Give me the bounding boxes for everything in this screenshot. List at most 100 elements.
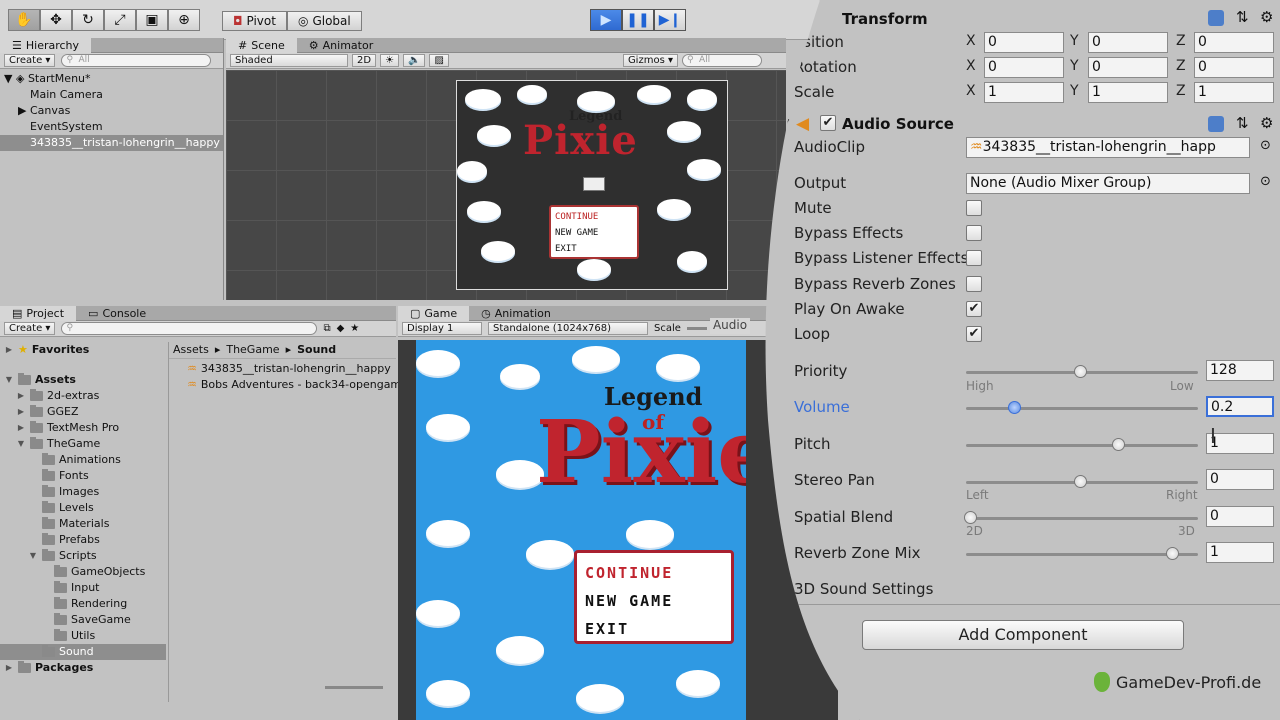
transform-header[interactable]: Transform (842, 10, 928, 28)
volume-slider-track[interactable] (966, 407, 1198, 410)
rect-tool-icon[interactable]: ▣ (136, 9, 168, 31)
pivot-toggle[interactable]: ◘ Pivot (222, 11, 287, 31)
tab-audio-mixer[interactable]: Audio (710, 318, 750, 334)
gear-icon[interactable]: ⚙ (1260, 114, 1273, 132)
volume-field[interactable]: 0.2 (1206, 396, 1274, 417)
effects-toggle-icon[interactable]: ▨ (429, 54, 449, 67)
hierarchy-search-input[interactable]: ⚲ All (61, 54, 212, 67)
hierarchy-item-audio[interactable]: 343835__tristan-lohengrin__happy (0, 135, 223, 151)
breadcrumb-sound[interactable]: Sound (297, 342, 336, 358)
menu-new-game-button[interactable]: NEW GAME (585, 587, 723, 615)
audio-source-header[interactable]: Audio Source (842, 115, 954, 133)
stereo-pan-field[interactable]: 0 (1206, 469, 1274, 490)
bypass-effects-checkbox[interactable] (966, 225, 982, 241)
tree-folder-animations[interactable]: Animations (0, 452, 166, 468)
tree-folder-utils[interactable]: Utils (0, 628, 166, 644)
tree-folder-2d-extras[interactable]: ▶ 2d-extras (0, 388, 166, 404)
file-item[interactable]: ♒ Bobs Adventures - back34-opengam (187, 377, 401, 393)
tree-folder-prefabs[interactable]: Prefabs (0, 532, 166, 548)
tree-folder-thegame[interactable]: ▼ TheGame (0, 436, 166, 452)
menu-continue-button[interactable]: CONTINUE (585, 559, 723, 587)
spatial-blend-slider-track[interactable] (966, 517, 1198, 520)
tree-folder-rendering[interactable]: Rendering (0, 596, 166, 612)
scale-slider[interactable] (686, 327, 707, 330)
rotation-x-field[interactable]: 0 (984, 57, 1064, 78)
play-on-awake-checkbox[interactable]: ✔ (966, 301, 982, 317)
mode-2d-toggle[interactable]: 2D (352, 54, 377, 67)
hand-tool-icon[interactable]: ✋ (8, 9, 40, 31)
scale-tool-icon[interactable]: ⤢ (104, 9, 136, 31)
loop-checkbox[interactable]: ✔ (966, 326, 982, 342)
spatial-blend-field[interactable]: 0 (1206, 506, 1274, 527)
hierarchy-scene-row[interactable]: ▼ ◈ StartMenu* (0, 71, 223, 87)
stereo-pan-slider-thumb[interactable] (1074, 475, 1087, 488)
favorite-star-icon[interactable]: ★ (350, 323, 359, 334)
tab-game[interactable]: ▢ Game (398, 306, 470, 321)
tree-folder-ggez[interactable]: ▶ GGEZ (0, 404, 166, 420)
tree-folder-images[interactable]: Images (0, 484, 166, 500)
scene-search-input[interactable]: ⚲ All (681, 54, 762, 67)
priority-field[interactable]: 128 (1206, 360, 1274, 381)
rotate-tool-icon[interactable]: ↻ (72, 9, 104, 31)
priority-slider-thumb[interactable] (1074, 365, 1087, 378)
tab-console[interactable]: ▭ Console (76, 306, 158, 321)
audio-toggle-icon[interactable]: 🔈 (403, 54, 426, 67)
tree-favorites[interactable]: ▶ ★ Favorites (0, 342, 166, 358)
tree-packages[interactable]: ▶ Packages (0, 660, 166, 676)
tree-assets[interactable]: ▼ Assets (0, 372, 166, 388)
tree-folder-scripts[interactable]: ▼ Scripts (0, 548, 166, 564)
tree-folder-materials[interactable]: Materials (0, 516, 166, 532)
rotation-z-field[interactable]: 0 (1194, 57, 1274, 78)
scale-z-field[interactable]: 1 (1194, 82, 1274, 103)
gizmos-dropdown[interactable]: Gizmos ▾ (622, 54, 678, 67)
file-item[interactable]: ♒ 343835__tristan-lohengrin__happy (187, 361, 396, 377)
menu-exit-button[interactable]: EXIT (585, 615, 723, 643)
preset-icon[interactable]: ⇅ (1236, 8, 1249, 26)
filter-by-label-icon[interactable]: ◆ (337, 323, 345, 334)
transform-tool-icon[interactable]: ⊕ (168, 9, 200, 31)
tree-folder-levels[interactable]: Levels (0, 500, 166, 516)
tree-folder-sound[interactable]: Sound (0, 644, 166, 660)
step-button[interactable]: ▶❙ (654, 9, 686, 31)
audioclip-field[interactable]: ♒343835__tristan-lohengrin__happ (966, 137, 1250, 158)
tab-project[interactable]: ▤ Project (0, 306, 77, 321)
tree-folder-savegame[interactable]: SaveGame (0, 612, 166, 628)
global-toggle[interactable]: ◎ Global (286, 11, 362, 31)
pitch-field[interactable]: 1 (1206, 433, 1274, 454)
position-z-field[interactable]: 0 (1194, 32, 1274, 53)
icon-size-slider[interactable] (325, 686, 383, 689)
hierarchy-item-canvas[interactable]: ▶ Canvas (0, 103, 223, 119)
reverb-mix-slider-track[interactable] (966, 553, 1198, 556)
audio-source-enabled-checkbox[interactable]: ✔ (820, 115, 836, 131)
resolution-dropdown[interactable]: Standalone (1024x768) (488, 322, 648, 335)
volume-slider-thumb[interactable] (1008, 401, 1021, 414)
object-picker-icon[interactable]: ⊙ (1260, 174, 1271, 189)
hierarchy-item-eventsystem[interactable]: EventSystem (0, 119, 223, 135)
tree-folder-fonts[interactable]: Fonts (0, 468, 166, 484)
audio-source-gizmo-icon[interactable] (583, 177, 605, 191)
project-create-button[interactable]: Create ▾ (4, 322, 56, 335)
hierarchy-create-button[interactable]: Create ▾ (4, 54, 56, 67)
pitch-slider-track[interactable] (966, 444, 1198, 447)
preset-icon[interactable]: ⇅ (1236, 114, 1249, 132)
project-search-input[interactable]: ⚲ (61, 322, 318, 335)
bypass-reverb-checkbox[interactable] (966, 276, 982, 292)
hierarchy-item-main-camera[interactable]: Main Camera (0, 87, 223, 103)
breadcrumb-assets[interactable]: Assets (173, 342, 209, 358)
position-y-field[interactable]: 0 (1088, 32, 1168, 53)
tree-folder-textmesh-pro[interactable]: ▶ TextMesh Pro (0, 420, 166, 436)
spatial-blend-slider-thumb[interactable] (964, 511, 977, 524)
scale-x-field[interactable]: 1 (984, 82, 1064, 103)
sound-settings-foldout[interactable]: 3D Sound Settings (794, 580, 933, 598)
help-book-icon[interactable] (1208, 10, 1224, 26)
scene-viewport[interactable]: Legend Pixie CONTINUE NEW GAME EXIT (226, 70, 786, 300)
gear-icon[interactable]: ⚙ (1260, 8, 1273, 26)
display-dropdown[interactable]: Display 1 (402, 322, 482, 335)
scale-y-field[interactable]: 1 (1088, 82, 1168, 103)
shading-dropdown[interactable]: Shaded (230, 54, 348, 67)
play-button[interactable]: ▶ (590, 9, 622, 31)
breadcrumb-thegame[interactable]: TheGame (226, 342, 279, 358)
lighting-toggle-icon[interactable]: ☀ (380, 54, 400, 67)
position-x-field[interactable]: 0 (984, 32, 1064, 53)
tree-folder-gameobjects[interactable]: GameObjects (0, 564, 166, 580)
